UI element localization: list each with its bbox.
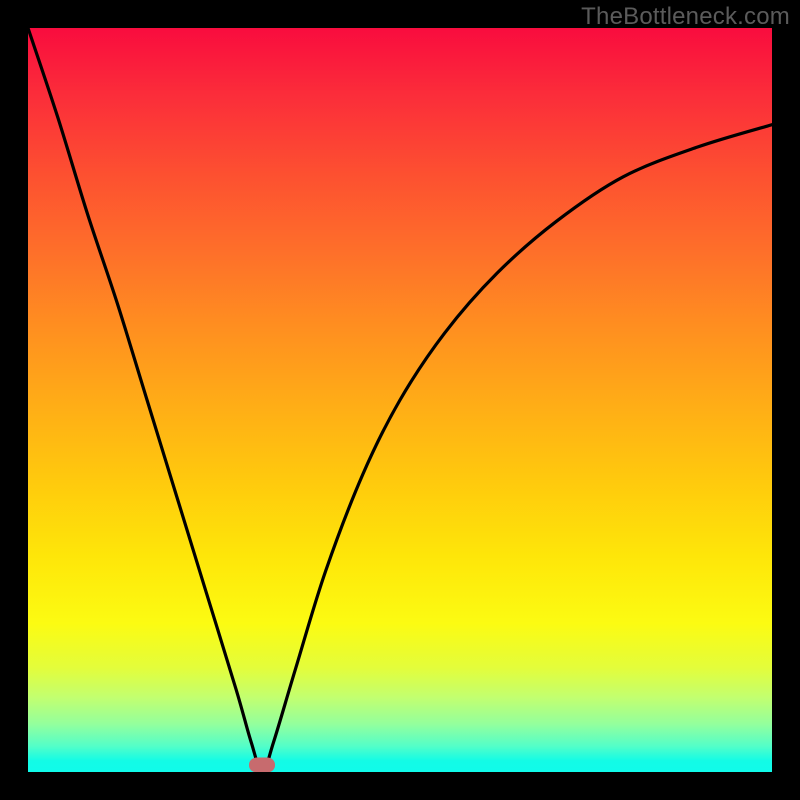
plot-area (28, 28, 772, 772)
watermark-text: TheBottleneck.com (581, 3, 790, 31)
optimal-point-marker (249, 757, 275, 772)
bottleneck-curve (28, 28, 772, 772)
chart-frame: TheBottleneck.com (0, 0, 800, 800)
